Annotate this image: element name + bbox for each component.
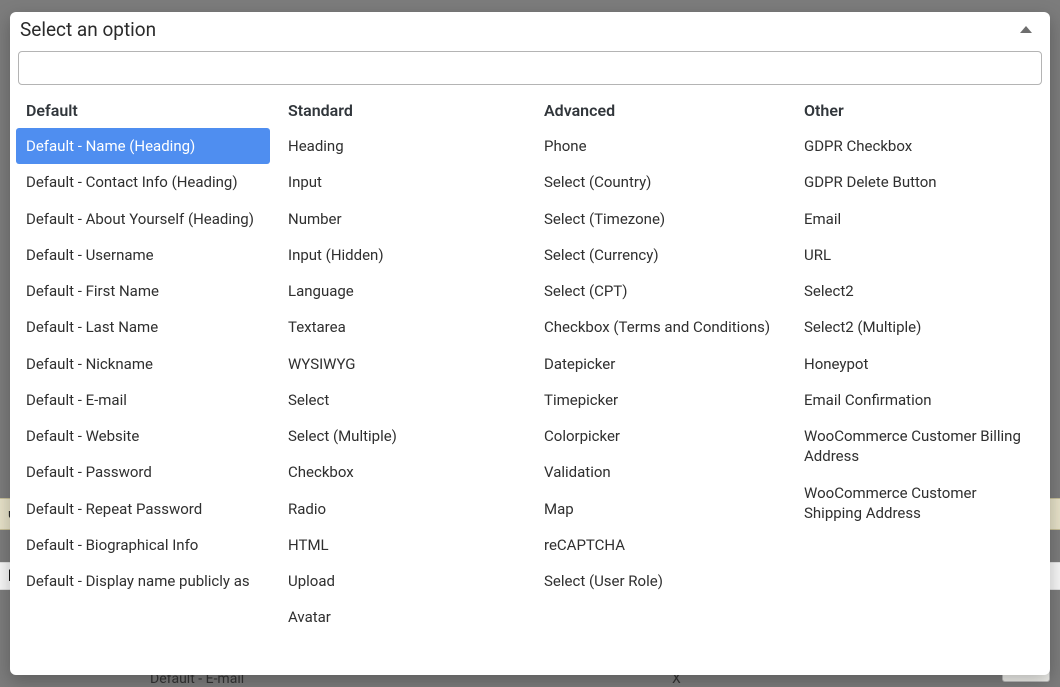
option-item[interactable]: Radio bbox=[278, 491, 526, 527]
option-item[interactable]: GDPR Delete Button bbox=[794, 164, 1042, 200]
option-item[interactable]: Default - First Name bbox=[16, 273, 270, 309]
option-item[interactable]: WYSIWYG bbox=[278, 346, 526, 382]
collapse-caret-icon[interactable] bbox=[1020, 26, 1032, 33]
option-item[interactable]: Datepicker bbox=[534, 346, 786, 382]
option-list: HeadingInputNumberInput (Hidden)Language… bbox=[278, 128, 526, 636]
option-item[interactable]: Default - About Yourself (Heading) bbox=[16, 201, 270, 237]
column-title: Default bbox=[16, 101, 270, 128]
option-item[interactable]: Select (Currency) bbox=[534, 237, 786, 273]
option-item[interactable]: Default - Name (Heading) bbox=[16, 128, 270, 164]
option-item[interactable]: Number bbox=[278, 201, 526, 237]
option-item[interactable]: Default - Username bbox=[16, 237, 270, 273]
option-item[interactable]: Select2 (Multiple) bbox=[794, 309, 1042, 345]
option-item[interactable]: Default - Biographical Info bbox=[16, 527, 270, 563]
search-input[interactable] bbox=[18, 51, 1042, 85]
option-columns: DefaultDefault - Name (Heading)Default -… bbox=[10, 93, 1050, 675]
option-item[interactable]: Map bbox=[534, 491, 786, 527]
column-title: Other bbox=[794, 101, 1042, 128]
option-item[interactable]: Select (CPT) bbox=[534, 273, 786, 309]
option-list: Default - Name (Heading)Default - Contac… bbox=[16, 128, 270, 599]
option-column: OtherGDPR CheckboxGDPR Delete ButtonEmai… bbox=[790, 95, 1046, 675]
option-item[interactable]: URL bbox=[794, 237, 1042, 273]
option-list: PhoneSelect (Country)Select (Timezone)Se… bbox=[534, 128, 786, 599]
option-item[interactable]: Checkbox bbox=[278, 454, 526, 490]
select-option-modal: Select an option DefaultDefault - Name (… bbox=[10, 12, 1050, 675]
option-item[interactable]: Phone bbox=[534, 128, 786, 164]
option-item[interactable]: Textarea bbox=[278, 309, 526, 345]
option-list: GDPR CheckboxGDPR Delete ButtonEmailURLS… bbox=[794, 128, 1042, 531]
option-item[interactable]: Checkbox (Terms and Conditions) bbox=[534, 309, 786, 345]
option-item[interactable]: Input bbox=[278, 164, 526, 200]
option-item[interactable]: Input (Hidden) bbox=[278, 237, 526, 273]
search-wrap bbox=[10, 51, 1050, 93]
option-item[interactable]: Select (Country) bbox=[534, 164, 786, 200]
option-item[interactable]: Email bbox=[794, 201, 1042, 237]
option-column: DefaultDefault - Name (Heading)Default -… bbox=[12, 95, 274, 675]
option-item[interactable]: Select2 bbox=[794, 273, 1042, 309]
option-item[interactable]: WooCommerce Customer Shipping Address bbox=[794, 475, 1042, 532]
option-column: StandardHeadingInputNumberInput (Hidden)… bbox=[274, 95, 530, 675]
option-item[interactable]: GDPR Checkbox bbox=[794, 128, 1042, 164]
option-item[interactable]: Select bbox=[278, 382, 526, 418]
option-item[interactable]: WooCommerce Customer Billing Address bbox=[794, 418, 1042, 475]
option-item[interactable]: Default - Website bbox=[16, 418, 270, 454]
option-item[interactable]: Colorpicker bbox=[534, 418, 786, 454]
option-item[interactable]: Select (Multiple) bbox=[278, 418, 526, 454]
option-item[interactable]: Default - Display name publicly as bbox=[16, 563, 270, 599]
option-item[interactable]: Upload bbox=[278, 563, 526, 599]
option-item[interactable]: HTML bbox=[278, 527, 526, 563]
option-item[interactable]: Validation bbox=[534, 454, 786, 490]
option-item[interactable]: Select (User Role) bbox=[534, 563, 786, 599]
option-item[interactable]: Select (Timezone) bbox=[534, 201, 786, 237]
option-item[interactable]: Default - Nickname bbox=[16, 346, 270, 382]
column-title: Standard bbox=[278, 101, 526, 128]
option-item[interactable]: Timepicker bbox=[534, 382, 786, 418]
option-item[interactable]: Email Confirmation bbox=[794, 382, 1042, 418]
option-item[interactable]: Default - Last Name bbox=[16, 309, 270, 345]
option-item[interactable]: reCAPTCHA bbox=[534, 527, 786, 563]
modal-header: Select an option bbox=[10, 12, 1050, 51]
option-item[interactable]: Default - E-mail bbox=[16, 382, 270, 418]
modal-title: Select an option bbox=[20, 18, 156, 41]
option-item[interactable]: Language bbox=[278, 273, 526, 309]
option-column: AdvancedPhoneSelect (Country)Select (Tim… bbox=[530, 95, 790, 675]
option-item[interactable]: Default - Password bbox=[16, 454, 270, 490]
option-item[interactable]: Default - Contact Info (Heading) bbox=[16, 164, 270, 200]
option-item[interactable]: Default - Repeat Password bbox=[16, 491, 270, 527]
column-title: Advanced bbox=[534, 101, 786, 128]
option-item[interactable]: Avatar bbox=[278, 599, 526, 635]
option-item[interactable]: Heading bbox=[278, 128, 526, 164]
option-item[interactable]: Honeypot bbox=[794, 346, 1042, 382]
